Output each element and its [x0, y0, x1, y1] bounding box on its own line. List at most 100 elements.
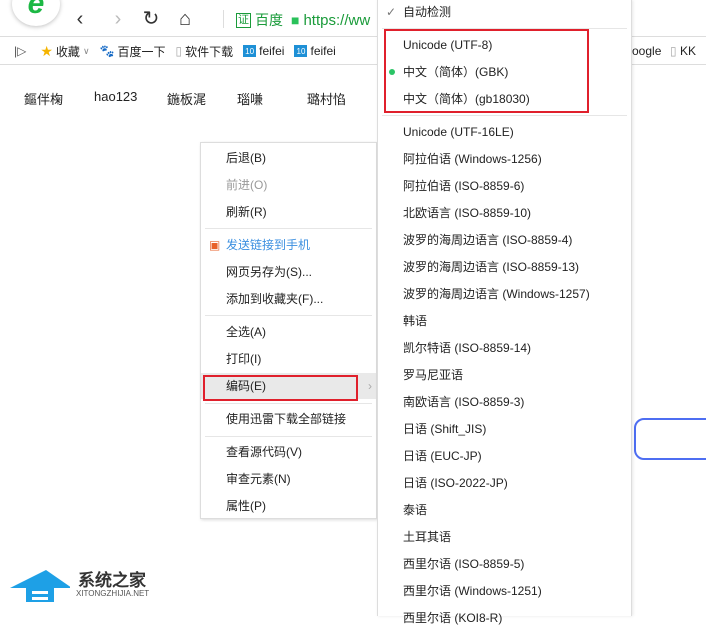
menu-label: 西里尔语 (ISO-8859-5)	[403, 557, 525, 571]
page-link[interactable]: 鍦板浘	[167, 89, 206, 108]
win10-icon: 10	[294, 45, 308, 57]
page-link[interactable]: 鏂伴椈	[24, 89, 63, 108]
site-name: 百度	[255, 12, 283, 28]
encoding-option[interactable]: 泰语	[378, 497, 631, 523]
encoding-option[interactable]: Unicode (UTF-16LE)	[378, 119, 631, 145]
menu-label: 日语 (Shift_JIS)	[403, 422, 487, 436]
menu-label: 日语 (ISO-2022-JP)	[403, 476, 508, 490]
menu-label: 韩语	[403, 314, 428, 328]
sidebar-toggle-icon[interactable]: |▷	[14, 44, 26, 58]
encoding-option[interactable]: 北欧语言 (ISO-8859-10)	[378, 200, 631, 226]
menu-view-source[interactable]: 查看源代码(V)	[201, 439, 376, 465]
bookmark-feifei[interactable]: 10 feifei	[243, 44, 284, 58]
encoding-option[interactable]: 日语 (Shift_JIS)	[378, 416, 631, 442]
encoding-option[interactable]: 西里尔语 (ISO-8859-5)	[378, 551, 631, 577]
bookmark-label: 百度一下	[117, 44, 166, 59]
menu-print[interactable]: 打印(I)	[201, 346, 376, 372]
menu-label: 罗马尼亚语	[403, 368, 464, 382]
bookmark-favorites[interactable]: ★ 收藏 ∨	[40, 43, 89, 60]
encoding-option[interactable]: 南欧语言 (ISO-8859-3)	[378, 389, 631, 415]
encoding-option[interactable]: 阿拉伯语 (Windows-1256)	[378, 146, 631, 172]
reload-button[interactable]: ↻	[139, 7, 163, 31]
encoding-auto-detect[interactable]: ✓ 自动检测	[378, 0, 631, 25]
encoding-option[interactable]: 日语 (EUC-JP)	[378, 443, 631, 469]
checkmark-icon: ✓	[386, 5, 397, 19]
page-link[interactable]: hao123	[94, 89, 137, 104]
forward-button[interactable]: ›	[106, 7, 130, 31]
menu-save-as[interactable]: 网页另存为(S)...	[201, 259, 376, 285]
encoding-option[interactable]: 波罗的海周边语言 (ISO-8859-13)	[378, 254, 631, 280]
menu-back[interactable]: 后退(B)	[201, 145, 376, 171]
menu-label: 土耳其语	[403, 530, 452, 544]
bookmark-label: feifei	[259, 44, 285, 58]
encoding-option[interactable]: 凯尔特语 (ISO-8859-14)	[378, 335, 631, 361]
address-bar[interactable]: 证 百度 ■ https://ww	[236, 10, 370, 30]
watermark-sub: XITONGZHIJIA.NET	[76, 589, 150, 598]
menu-thunder-download[interactable]: 使用迅雷下载全部链接	[201, 406, 376, 432]
page-icon: ▯	[670, 44, 677, 58]
menu-properties[interactable]: 属性(P)	[201, 493, 376, 519]
star-icon: ★	[40, 42, 53, 59]
watermark-title: 系统之家	[78, 571, 146, 590]
bookmark-software[interactable]: ▯ 软件下载	[176, 43, 234, 60]
menu-label: 发送链接到手机	[226, 238, 311, 252]
phone-send-icon: ▣	[209, 238, 221, 252]
menu-inspect[interactable]: 审查元素(N)	[201, 466, 376, 492]
menu-label: 西里尔语 (Windows-1251)	[403, 584, 542, 598]
menu-label: 自动检测	[403, 5, 452, 19]
paw-icon: 🐾	[99, 44, 115, 58]
menu-label: Unicode (UTF-16LE)	[403, 125, 514, 139]
menu-label: 波罗的海周边语言 (Windows-1257)	[403, 287, 590, 301]
bookmark-kk[interactable]: ▯ KK	[670, 44, 696, 58]
encoding-option[interactable]: 波罗的海周边语言 (ISO-8859-4)	[378, 227, 631, 253]
bookmark-google[interactable]: oogle	[632, 44, 661, 58]
highlight-box	[384, 29, 589, 113]
bookmark-label: feifei	[310, 44, 336, 58]
menu-label: 阿拉伯语 (ISO-8859-6)	[403, 179, 525, 193]
bookmark-label: 软件下载	[185, 44, 234, 59]
page-link[interactable]: 璐村惂	[307, 89, 346, 108]
url-text: https://ww	[303, 11, 371, 29]
home-button[interactable]: ⌂	[173, 7, 197, 31]
menu-label: 凯尔特语 (ISO-8859-14)	[403, 341, 532, 355]
search-input[interactable]	[634, 418, 706, 460]
encoding-option[interactable]: 罗马尼亚语	[378, 362, 631, 388]
highlight-box	[203, 375, 358, 401]
lock-icon: ■	[291, 12, 300, 28]
context-menu: 后退(B) 前进(O) 刷新(R) ▣ 发送链接到手机 网页另存为(S)... 添…	[200, 142, 377, 519]
win10-icon: 10	[243, 45, 257, 57]
certificate-icon: 证	[236, 12, 251, 28]
encoding-option[interactable]: 西里尔语 (Windows-1251)	[378, 578, 631, 604]
encoding-option[interactable]: 波罗的海周边语言 (Windows-1257)	[378, 281, 631, 307]
bookmark-baidu[interactable]: 🐾 百度一下	[100, 43, 166, 60]
menu-add-favorite[interactable]: 添加到收藏夹(F)...	[201, 286, 376, 312]
menu-refresh[interactable]: 刷新(R)	[201, 199, 376, 225]
menu-select-all[interactable]: 全选(A)	[201, 319, 376, 345]
encoding-option[interactable]: 日语 (ISO-2022-JP)	[378, 470, 631, 496]
chevron-down-icon: ∨	[82, 45, 90, 56]
watermark-logo: 系统之家 XITONGZHIJIA.NET	[10, 566, 160, 606]
house-logo-icon	[10, 570, 72, 602]
menu-label: 日语 (EUC-JP)	[403, 449, 482, 463]
menu-label: 西里尔语 (KOI8-R)	[403, 611, 503, 625]
menu-label: 阿拉伯语 (Windows-1256)	[403, 152, 542, 166]
encoding-option[interactable]: 西里尔语 (KOI8-R)	[378, 605, 631, 631]
menu-label: 北欧语言 (ISO-8859-10)	[403, 206, 532, 220]
back-button[interactable]: ‹	[68, 7, 92, 31]
menu-send-to-phone[interactable]: ▣ 发送链接到手机	[201, 232, 376, 258]
chevron-right-icon: ›	[368, 379, 372, 393]
menu-forward[interactable]: 前进(O)	[201, 172, 376, 198]
bookmark-label: KK	[679, 44, 696, 58]
bookmark-label: 收藏	[55, 44, 80, 59]
menu-label: 南欧语言 (ISO-8859-3)	[403, 395, 525, 409]
bookmark-feifei-2[interactable]: 10 feifei	[294, 44, 336, 58]
encoding-option[interactable]: 韩语	[378, 308, 631, 334]
divider	[223, 10, 224, 28]
menu-label: 泰语	[403, 503, 428, 517]
page-link[interactable]: 瑙嗛	[237, 89, 263, 108]
encoding-submenu: ✓ 自动检测 Unicode (UTF-8) 中文（简体）(GBK) 中文（简体）(g…	[377, 0, 632, 625]
menu-label: 波罗的海周边语言 (ISO-8859-13)	[403, 260, 580, 274]
encoding-option[interactable]: 阿拉伯语 (ISO-8859-6)	[378, 173, 631, 199]
menu-label: 波罗的海周边语言 (ISO-8859-4)	[403, 233, 573, 247]
encoding-option[interactable]: 土耳其语	[378, 524, 631, 550]
